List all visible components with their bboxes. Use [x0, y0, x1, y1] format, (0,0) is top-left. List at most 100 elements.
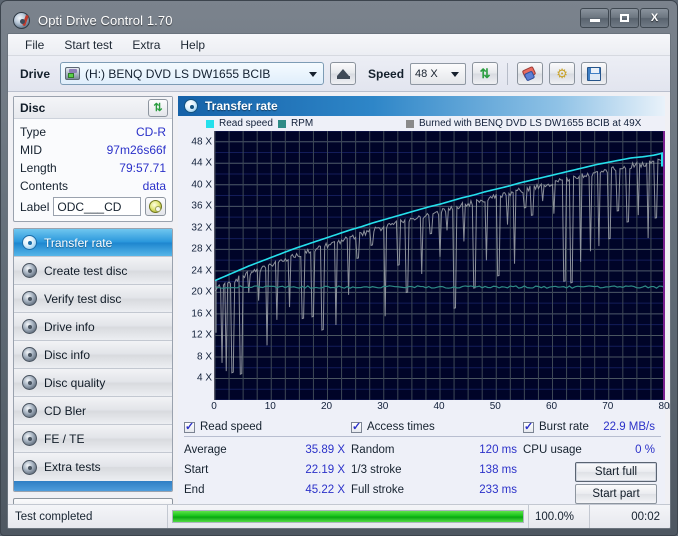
read-speed-checkbox[interactable] — [184, 420, 195, 433]
save-button[interactable] — [581, 62, 608, 85]
stat-row-end: End 45.22 X — [184, 480, 351, 500]
third-stroke-label: 1/3 stroke — [351, 464, 402, 476]
menu-help[interactable]: Help — [171, 35, 214, 55]
erase-button[interactable] — [517, 62, 544, 85]
third-stroke-value: 138 ms — [479, 464, 517, 476]
disc-icon — [22, 291, 37, 306]
disc-label-row: Label ODC___CD — [20, 195, 166, 216]
maximize-button[interactable] — [610, 8, 639, 28]
eject-button[interactable] — [330, 62, 357, 85]
disc-mid-value: 97m26s66f — [106, 143, 166, 157]
drive-label: Drive — [20, 66, 51, 81]
x-axis-tick: 10 — [264, 401, 276, 412]
y-axis-tick: 8 X — [196, 351, 212, 363]
disc-icon — [22, 459, 37, 475]
read-speed-label: Read speed — [200, 421, 263, 433]
start-part-button[interactable]: Start part — [575, 484, 657, 504]
access-times-checkbox-row[interactable]: Access times — [351, 420, 523, 437]
disc-panel-header: Disc ⇅ — [14, 97, 172, 119]
x-axis-tick: 20 — [320, 401, 333, 412]
menu-file[interactable]: File — [16, 35, 53, 55]
main-body: Disc ⇅ Type CD-R MID 97m26s66f Length 79… — [8, 92, 670, 520]
y-axis-tick: 36 X — [191, 200, 212, 212]
disc-mid-label: MID — [20, 143, 42, 157]
x-axis-tick: 60 — [545, 401, 558, 412]
disc-row-contents: Contents data — [20, 177, 166, 195]
sidebar-item-disc-quality[interactable]: Disc quality — [14, 369, 172, 397]
stat-row-full-stroke: Full stroke 233 ms — [351, 480, 523, 500]
y-axis-tick: 32 X — [191, 222, 212, 234]
start-full-button[interactable]: Start full — [575, 462, 657, 482]
sidebar-item-label: FE / TE — [44, 431, 85, 446]
burst-rate-label: Burst rate — [539, 421, 589, 433]
legend-swatch-burn — [406, 119, 414, 128]
chart-annotation: Burned with BENQ DVD LS DW1655 BCIB at 4… — [406, 118, 641, 129]
chevron-down-icon — [451, 71, 460, 77]
legend-swatch-rpm — [277, 119, 286, 128]
burst-rate-value: 22.9 MB/s — [603, 421, 655, 433]
sidebar-item-fe-te[interactable]: FE / TE — [14, 425, 172, 453]
settings-button[interactable]: ⚙ — [549, 62, 576, 85]
speed-select-value: 48 X — [415, 67, 438, 80]
toolbar-separator — [507, 62, 509, 85]
disc-refresh-button[interactable]: ⇅ — [148, 98, 168, 117]
application-window: Opti Drive Control 1.70 X File Start tes… — [0, 0, 678, 536]
navigation-filler — [14, 481, 172, 491]
disc-icon — [22, 403, 37, 418]
x-axis-tick: 70 — [602, 401, 614, 412]
random-value: 120 ms — [479, 444, 517, 456]
access-times-column: Access times Random 120 ms 1/3 stroke 13… — [351, 420, 523, 504]
legend-label-rpm: RPM — [290, 118, 314, 129]
eject-icon — [337, 68, 350, 76]
drive-select-value: (H:) BENQ DVD LS DW1655 BCIB — [85, 66, 271, 81]
access-times-checkbox[interactable] — [351, 420, 362, 433]
stat-row-average: Average 35.89 X — [184, 440, 351, 460]
sidebar-item-transfer-rate[interactable]: Transfer rate — [14, 229, 172, 257]
minimize-icon — [589, 19, 600, 22]
y-axis-tick: 44 X — [191, 157, 212, 169]
refresh-button[interactable]: ⇅ — [472, 62, 499, 85]
speed-select[interactable]: 48 X — [410, 62, 467, 85]
sidebar-item-verify-test-disc[interactable]: Verify test disc — [14, 285, 172, 313]
sidebar-item-create-test-disc[interactable]: Create test disc — [14, 257, 172, 285]
disc-icon — [22, 375, 37, 390]
start-value: 22.19 X — [305, 464, 345, 476]
title-bar: Opti Drive Control 1.70 X — [7, 7, 671, 33]
average-label: Average — [184, 444, 227, 456]
sidebar-item-drive-info[interactable]: Drive info — [14, 313, 172, 341]
disc-row-type: Type CD-R — [20, 123, 166, 141]
disc-type-label: Type — [20, 125, 47, 139]
menu-extra[interactable]: Extra — [123, 35, 169, 55]
disc-icon — [184, 99, 198, 113]
disc-detail-button[interactable] — [145, 197, 166, 216]
chart-legend: Read speed RPM Burned with BENQ DVD LS D… — [178, 116, 665, 131]
disc-length-label: Length — [20, 161, 57, 175]
plot-area — [214, 131, 665, 400]
disc-icon — [22, 347, 37, 362]
gear-icon: ⚙ — [556, 65, 568, 81]
drive-select[interactable]: (H:) BENQ DVD LS DW1655 BCIB — [60, 62, 325, 85]
chart-header: Transfer rate — [178, 96, 665, 116]
close-button[interactable]: X — [640, 8, 669, 28]
menu-start-test[interactable]: Start test — [55, 35, 121, 55]
average-value: 35.89 X — [305, 444, 345, 456]
status-text: Test completed — [8, 505, 168, 528]
minimize-button[interactable] — [580, 8, 609, 28]
menu-bar: File Start test Extra Help — [8, 34, 670, 56]
disc-info-list: Type CD-R MID 97m26s66f Length 79:57.71 — [14, 119, 172, 221]
disc-icon — [22, 319, 37, 334]
read-speed-checkbox-row[interactable]: Read speed — [184, 420, 351, 437]
sidebar-item-cd-bler[interactable]: CD Bler — [14, 397, 172, 425]
statistics-panel: Read speed Average 35.89 X Start 22.19 X… — [178, 416, 665, 504]
burst-rate-checkbox-row[interactable]: Burst rate 22.9 MB/s — [523, 420, 661, 437]
sidebar-item-disc-info[interactable]: Disc info — [14, 341, 172, 369]
sidebar-item-label: Create test disc — [44, 263, 128, 278]
client-area: File Start test Extra Help Drive (H:) BE… — [7, 33, 671, 529]
burst-rate-checkbox[interactable] — [523, 420, 534, 433]
disc-label-input[interactable]: ODC___CD — [53, 197, 141, 216]
disc-icon — [149, 200, 162, 213]
disc-panel: Disc ⇅ Type CD-R MID 97m26s66f Length 79… — [13, 96, 173, 222]
stat-row-cpu-usage: CPU usage 0 % — [523, 440, 661, 460]
chart-svg — [215, 131, 665, 400]
sidebar-item-extra-tests[interactable]: Extra tests — [14, 453, 172, 481]
